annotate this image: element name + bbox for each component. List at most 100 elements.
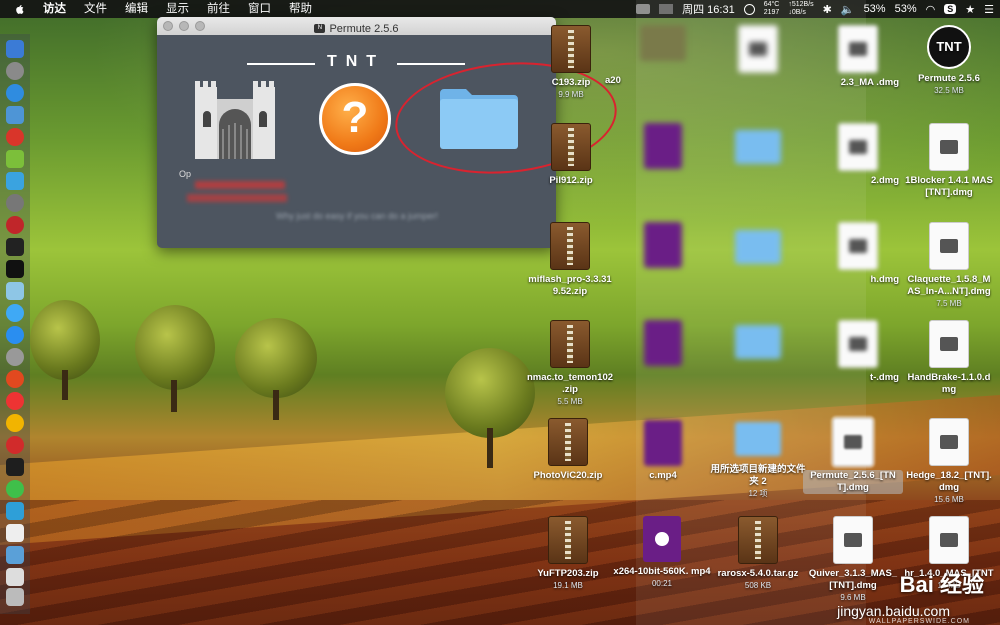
- desktop-folder[interactable]: 用所选项目新建的文件夹 2 12 项: [706, 422, 810, 500]
- weibo-icon[interactable]: [6, 370, 24, 388]
- app-red-icon[interactable]: [6, 128, 24, 146]
- desktop-file[interactable]: Claquette_1.5.8_M AS_In-A...NT].dmg 7.5 M…: [900, 222, 998, 310]
- dmg-icon: [929, 320, 969, 368]
- apple-icon[interactable]: [12, 2, 26, 16]
- terminal-icon[interactable]: [6, 260, 24, 278]
- app-store-icon[interactable]: [6, 326, 24, 344]
- desktop-file[interactable]: Hedge_18.2_[TNT]. dmg 15.6 MB: [900, 418, 998, 506]
- safari-icon[interactable]: [6, 84, 24, 102]
- blurred-folder[interactable]: [713, 325, 803, 367]
- desktop-file[interactable]: YuFTP203.zip 19.1 MB: [523, 516, 613, 592]
- wifi-icon[interactable]: ◠: [926, 3, 936, 16]
- help-question-icon[interactable]: ?: [319, 83, 391, 155]
- netease-icon[interactable]: [6, 216, 24, 234]
- activity-monitor-icon[interactable]: [6, 238, 24, 256]
- blurred-file[interactable]: [618, 25, 708, 65]
- transfer-icon[interactable]: [6, 172, 24, 190]
- menu-view[interactable]: 显示: [157, 0, 198, 18]
- wechat-icon[interactable]: [6, 480, 24, 498]
- menu-go[interactable]: 前往: [198, 0, 239, 18]
- menu-help[interactable]: 帮助: [280, 0, 321, 18]
- menu-window[interactable]: 窗口: [239, 0, 280, 18]
- dmg-icon: [838, 123, 878, 171]
- desktop-file-selected[interactable]: Permute_2.5.6_[TN T].dmg: [803, 416, 903, 494]
- dmg-icon: [838, 222, 878, 270]
- menu-edit[interactable]: 编辑: [116, 0, 157, 18]
- trash-icon[interactable]: [6, 588, 24, 606]
- app-blue-icon[interactable]: [6, 502, 24, 520]
- window-title: Permute 2.5.6: [329, 22, 399, 35]
- zip-icon: [550, 320, 590, 368]
- star-icon[interactable]: ★: [965, 3, 975, 16]
- desktop-file[interactable]: 2.dmg: [803, 123, 913, 187]
- list-icon[interactable]: ☰: [984, 3, 994, 16]
- system-prefs-icon[interactable]: [6, 348, 24, 366]
- zip-icon: [550, 222, 590, 270]
- battery-percent-2[interactable]: 53%: [895, 3, 917, 15]
- desktop-file[interactable]: Pil912.zip: [526, 123, 616, 187]
- zoom-button[interactable]: [195, 21, 205, 31]
- baidu-url: jingyan.baidu.com: [837, 603, 950, 619]
- downloads-folder-icon[interactable]: [6, 546, 24, 564]
- desktop-file[interactable]: a20: [605, 75, 645, 87]
- window-titlebar[interactable]: N Permute 2.5.6: [157, 17, 556, 35]
- desktop-file[interactable]: rarosx-5.4.0.tar.gz 508 KB: [706, 516, 810, 592]
- contacts-icon[interactable]: [6, 106, 24, 124]
- desktop-file[interactable]: miflash_pro-3.3.31 9.52.zip: [520, 222, 620, 298]
- desktop-file[interactable]: C193.zip 9.9 MB: [526, 25, 616, 101]
- qq-icon[interactable]: [6, 304, 24, 322]
- dmg-icon: [838, 320, 878, 368]
- desktop-file[interactable]: x264-10bit-560K. mp4 00:21: [612, 516, 712, 590]
- minimize-button[interactable]: [179, 21, 189, 31]
- zip-icon: [551, 123, 591, 171]
- battery-percent-1[interactable]: 53%: [864, 3, 886, 15]
- desktop-file[interactable]: PhotoViC20.zip: [523, 418, 613, 482]
- app-badge-icon: N: [314, 24, 326, 33]
- redacted-text: [187, 194, 287, 202]
- chrome-icon[interactable]: [6, 414, 24, 432]
- desktop-file[interactable]: t-.dmg: [803, 320, 913, 384]
- gear-icon[interactable]: [6, 194, 24, 212]
- desktop-file[interactable]: nmac.to_temon102 .zip 5.5 MB: [520, 320, 620, 408]
- s-app-icon[interactable]: S: [944, 4, 957, 14]
- dmg-icon: [929, 418, 969, 466]
- blurred-file[interactable]: [618, 222, 708, 272]
- blurred-folder[interactable]: [713, 130, 803, 172]
- redacted-text: [195, 181, 285, 189]
- tnt-app-icon: TNT: [927, 25, 971, 69]
- desktop-file[interactable]: h.dmg: [803, 222, 913, 286]
- notes-icon[interactable]: [6, 524, 24, 542]
- menu-file[interactable]: 文件: [75, 0, 116, 18]
- desktop-file[interactable]: HandBrake-1.1.0.d mg: [900, 320, 998, 396]
- desktop-file[interactable]: 2.3_MA .dmg: [803, 25, 913, 89]
- documents-icon[interactable]: [6, 568, 24, 586]
- blurred-file[interactable]: [713, 25, 803, 77]
- castle-icon[interactable]: [193, 79, 277, 161]
- finder-icon[interactable]: [6, 40, 24, 58]
- wallpaper-credit: WALLPAPERSWIDE.COM: [868, 618, 970, 625]
- dmg-icon: [929, 516, 969, 564]
- desktop-file[interactable]: c.mp4: [618, 420, 708, 482]
- zip-icon: [548, 418, 588, 466]
- tnt-brand: TNT: [326, 53, 386, 70]
- preview-icon[interactable]: [6, 282, 24, 300]
- close-button[interactable]: [163, 21, 173, 31]
- dmg-icon: [831, 416, 875, 468]
- hint-text: Why just do easy if you can do a jumper!: [275, 211, 439, 221]
- dock: [0, 34, 30, 614]
- video-icon: [644, 420, 682, 466]
- dmg-icon: [929, 123, 969, 171]
- blurred-file[interactable]: [618, 123, 708, 173]
- menu-finder[interactable]: 访达: [34, 0, 75, 18]
- launchpad-icon[interactable]: [6, 62, 24, 80]
- blurred-file[interactable]: [618, 320, 708, 370]
- blurred-folder[interactable]: [713, 230, 803, 272]
- desktop-file[interactable]: TNT Permute 2.5.6 32.5 MB: [900, 25, 998, 97]
- desktop-file[interactable]: Quiver_3.1.3_MAS_ [TNT].dmg 9.6 MB: [803, 516, 903, 604]
- desktop-file[interactable]: 1Blocker 1.4.1 MAS [TNT].dmg: [900, 123, 998, 199]
- baidu-watermark: Bai 经验: [899, 572, 984, 597]
- android-icon[interactable]: [6, 150, 24, 168]
- app-dark-icon[interactable]: [6, 458, 24, 476]
- yandex-icon[interactable]: [6, 392, 24, 410]
- vivaldi-icon[interactable]: [6, 436, 24, 454]
